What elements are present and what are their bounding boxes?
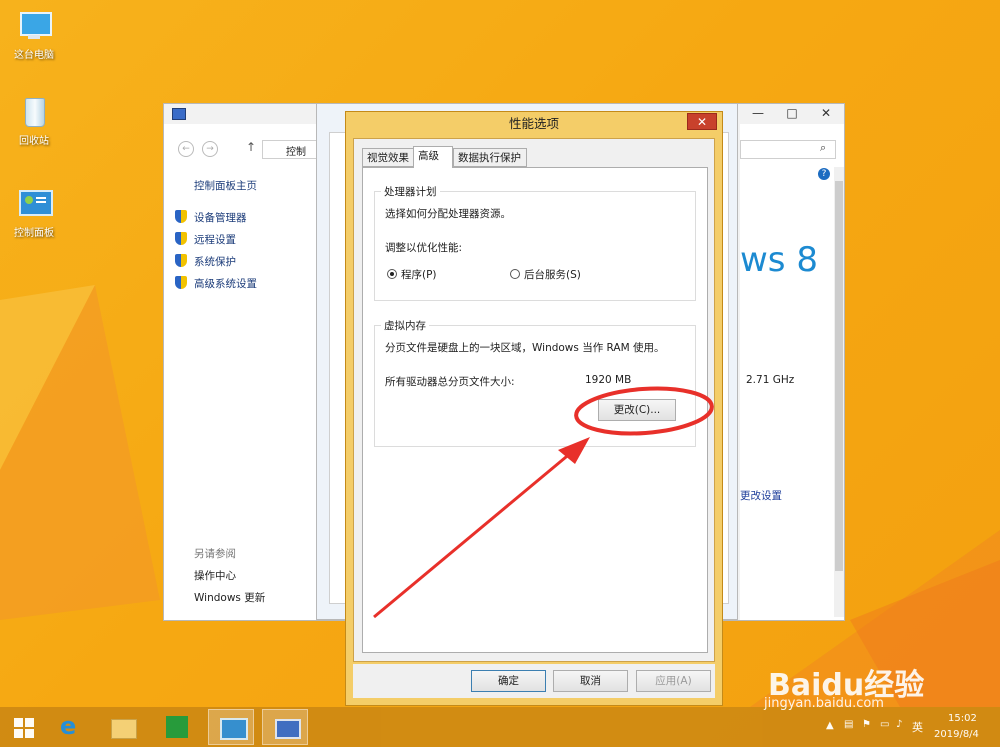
paging-total-label: 所有驱动器总分页文件大小: bbox=[385, 376, 515, 388]
radio-background-label[interactable]: 后台服务(S) bbox=[524, 267, 581, 282]
tab-data-execution-prevention[interactable]: 数据执行保护 bbox=[453, 148, 527, 167]
address-text: 控制 bbox=[286, 147, 306, 158]
scrollbar[interactable] bbox=[834, 167, 844, 617]
tab-advanced[interactable]: 高级 bbox=[413, 146, 453, 168]
dialog-close-button[interactable]: ✕ bbox=[687, 113, 717, 130]
forward-icon[interactable]: → bbox=[202, 141, 218, 157]
system-icon bbox=[275, 719, 301, 739]
clock-date[interactable]: 2019/8/4 bbox=[934, 729, 979, 740]
control-panel-home-link[interactable]: 控制面板主页 bbox=[194, 178, 257, 193]
processor-scheduling-group: 处理器计划 选择如何分配处理器资源。 调整以优化性能: 程序(P) 后台服务(S… bbox=[374, 184, 696, 301]
advanced-settings-link[interactable]: 高级系统设置 bbox=[175, 276, 257, 291]
desktop-icon-label: 回收站 bbox=[19, 136, 49, 147]
search-icon[interactable]: ⌕ bbox=[820, 141, 826, 155]
scrollbar-thumb[interactable] bbox=[835, 181, 843, 571]
taskbar-system[interactable] bbox=[262, 709, 308, 745]
minimize-button[interactable]: — bbox=[742, 104, 774, 123]
shield-icon bbox=[175, 254, 187, 267]
device-manager-link[interactable]: 设备管理器 bbox=[175, 210, 247, 225]
radio-programs[interactable] bbox=[387, 269, 397, 279]
maximize-button[interactable]: □ bbox=[776, 104, 808, 123]
performance-options-dialog: 性能选项 ✕ 视觉效果 高级 数据执行保护 处理器计划 选择如何分配处理器资源。… bbox=[345, 111, 723, 706]
internet-explorer-icon: e bbox=[60, 712, 77, 740]
shield-icon bbox=[175, 232, 187, 245]
virtual-memory-description: 分页文件是硬盘上的一块区域，Windows 当作 RAM 使用。 bbox=[385, 342, 665, 354]
taskbar-control-panel[interactable] bbox=[208, 709, 254, 745]
taskbar: e ▲ ▤ ⚑ ▭ ♪ 英 15:02 2019/8/4 bbox=[0, 707, 1000, 747]
tray-volume-icon[interactable]: ♪ bbox=[896, 719, 902, 730]
windows-brand-text: ws 8 bbox=[740, 240, 818, 280]
virtual-memory-legend: 虚拟内存 bbox=[381, 318, 429, 333]
remote-settings-link[interactable]: 远程设置 bbox=[175, 232, 236, 247]
cancel-button[interactable]: 取消 bbox=[553, 670, 628, 692]
processor-scheduling-legend: 处理器计划 bbox=[381, 184, 440, 199]
desktop-icon-this-pc[interactable]: 这台电脑 bbox=[4, 10, 64, 61]
folder-icon bbox=[111, 719, 137, 739]
action-center-link[interactable]: 操作中心 bbox=[194, 568, 236, 583]
close-button[interactable]: ✕ bbox=[810, 104, 842, 123]
see-also-title: 另请参阅 bbox=[194, 548, 236, 560]
change-settings-link[interactable]: 更改设置 bbox=[740, 488, 782, 503]
desktop-icon-label: 控制面板 bbox=[14, 228, 54, 239]
taskbar-store[interactable] bbox=[154, 709, 200, 745]
ok-button[interactable]: 确定 bbox=[471, 670, 546, 692]
adjust-label: 调整以优化性能: bbox=[385, 242, 463, 254]
tray-monitor-icon[interactable]: ▭ bbox=[880, 719, 889, 730]
change-virtual-memory-button[interactable]: 更改(C)... bbox=[598, 399, 676, 421]
control-panel-icon bbox=[16, 188, 53, 220]
desktop-icon-recycle-bin[interactable]: 回收站 bbox=[4, 96, 64, 147]
start-button[interactable] bbox=[0, 709, 46, 745]
clock-time[interactable]: 15:02 bbox=[948, 713, 977, 724]
desktop-icon-label: 这台电脑 bbox=[14, 50, 54, 61]
advanced-tab-panel: 处理器计划 选择如何分配处理器资源。 调整以优化性能: 程序(P) 后台服务(S… bbox=[362, 167, 708, 653]
dialog-body: 视觉效果 高级 数据执行保护 处理器计划 选择如何分配处理器资源。 调整以优化性… bbox=[353, 138, 715, 662]
back-icon[interactable]: ← bbox=[178, 141, 194, 157]
shield-icon bbox=[175, 276, 187, 289]
taskbar-file-explorer[interactable] bbox=[100, 709, 146, 745]
control-panel-icon bbox=[220, 718, 248, 740]
tray-flag-icon[interactable]: ⚑ bbox=[862, 719, 871, 730]
up-icon[interactable]: ↑ bbox=[246, 140, 256, 154]
radio-background-services[interactable] bbox=[510, 269, 520, 279]
tray-arrow-icon[interactable]: ▲ bbox=[826, 720, 834, 731]
baidu-watermark-url: jingyan.baidu.com bbox=[764, 696, 884, 711]
shield-icon bbox=[175, 210, 187, 223]
apply-button[interactable]: 应用(A) bbox=[636, 670, 711, 692]
system-icon bbox=[172, 108, 186, 120]
windows-update-link[interactable]: Windows 更新 bbox=[194, 590, 265, 605]
computer-icon bbox=[16, 10, 52, 42]
windows-logo-icon bbox=[14, 718, 34, 738]
system-protection-link[interactable]: 系统保护 bbox=[175, 254, 236, 269]
control-panel-right-pane: ⌕ ? ws 8 2.71 GHz 更改设置 bbox=[740, 124, 844, 620]
control-panel-sidebar: ← → ↑ 控制 控制面板主页 设备管理器 远程设置 系统保护 高级系统设置 另… bbox=[164, 124, 320, 620]
tab-visual-effects[interactable]: 视觉效果 bbox=[362, 148, 414, 167]
virtual-memory-group: 虚拟内存 分页文件是硬盘上的一块区域，Windows 当作 RAM 使用。 所有… bbox=[374, 318, 696, 447]
taskbar-ie[interactable]: e bbox=[48, 709, 94, 745]
help-icon[interactable]: ? bbox=[818, 168, 830, 180]
desktop-icon-control-panel[interactable]: 控制面板 bbox=[4, 188, 64, 239]
store-icon bbox=[166, 716, 188, 738]
dialog-footer: 确定 取消 应用(A) bbox=[353, 664, 715, 698]
recycle-bin-icon bbox=[16, 96, 52, 128]
paging-total-value: 1920 MB bbox=[585, 374, 632, 386]
ime-indicator[interactable]: 英 bbox=[912, 719, 923, 735]
tray-network-icon[interactable]: ▤ bbox=[844, 719, 853, 730]
cpu-speed: 2.71 GHz bbox=[746, 374, 795, 386]
dialog-title: 性能选项 bbox=[508, 116, 559, 131]
radio-programs-label[interactable]: 程序(P) bbox=[401, 267, 437, 282]
processor-description: 选择如何分配处理器资源。 bbox=[385, 208, 511, 220]
